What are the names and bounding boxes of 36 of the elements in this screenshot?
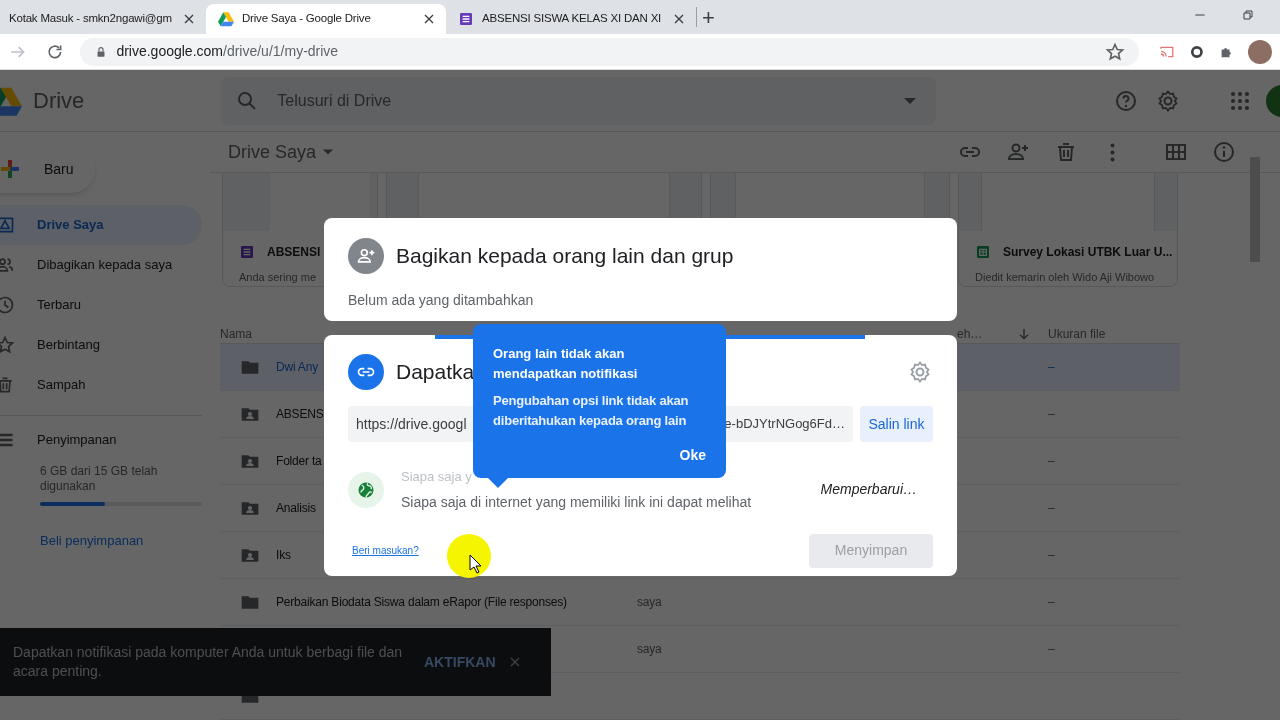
owner-cell-text: saya [637, 641, 663, 658]
tab-title: Kotak Masuk - smkn2ngawi@gm [9, 11, 173, 27]
storage-label: Penyimpanan [37, 431, 117, 450]
card-title: ABSENSI [267, 244, 321, 261]
tab-title: Drive Saya - Google Drive [242, 11, 372, 27]
link-url-end: e-bDJYtrNGog6Fd… [724, 415, 845, 434]
dialog-title: Bagikan kepada orang lain dan grup [396, 243, 734, 270]
tooltip-body: Pengubahan opsi link tidak akan diberitahukan kepada orang lain [493, 392, 690, 430]
tooltip-title: Orang lain tidak akan mendapatkan notifikasi [493, 345, 639, 383]
access-title: Siapa saja y [401, 468, 472, 486]
link-url-start: https://drive.googl [356, 414, 467, 434]
size-cell-text: – [1048, 641, 1056, 658]
card-subtitle: Diedit kemarin oleh Wido Aji Wibowo [974, 270, 1156, 285]
storage-usage: 6 GB dari 15 GB telah digunakan [40, 464, 159, 494]
size-cell-text: – [1048, 594, 1056, 611]
size-cell-text: – [1048, 453, 1056, 470]
size-cell-text: – [1048, 500, 1056, 517]
file-name: Analisis [276, 500, 316, 517]
file-name: Dwi Any [276, 359, 318, 376]
card-subtitle: Anda sering me [238, 270, 318, 285]
owner-cell-text: saya [637, 594, 663, 611]
share-status: Belum ada yang ditambahkan [348, 291, 535, 310]
file-name: Iks [276, 547, 291, 564]
card-title: Survey Lokasi UTBK Luar U... [1003, 244, 1173, 261]
size-cell-text: – [1048, 406, 1056, 423]
role-status: Memperbarui… [820, 480, 917, 500]
size-cell-text: – [1048, 547, 1056, 564]
dialog-title: Dapatka [396, 359, 475, 386]
size-cell-text: – [1048, 359, 1056, 376]
file-name: ABSENS [276, 406, 324, 423]
app-name: Drive [33, 87, 85, 115]
file-name: Folder ta [276, 453, 322, 470]
url-text: drive.google.com/drive/u/1/my-drive [116, 42, 339, 61]
tab-title: ABSENSI SISWA KELAS XI DAN XI [482, 11, 663, 27]
file-name: Perbaikan Biodata Siswa dalam eRapor (File responses) [276, 594, 567, 611]
access-description: Siapa saja di internet yang memiliki link ini dapat melihat [401, 492, 752, 512]
